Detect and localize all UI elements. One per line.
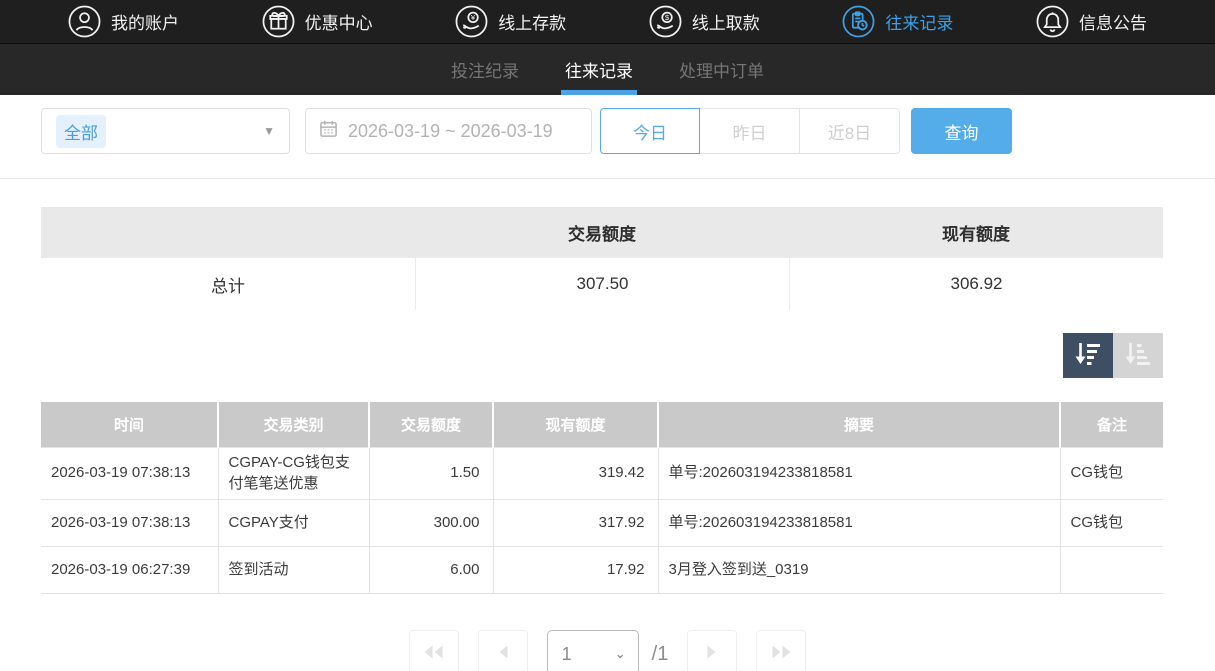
gift-icon [262, 5, 295, 38]
tab-transaction-records[interactable]: 往来记录 [561, 44, 637, 95]
sort-descending-button[interactable] [1063, 333, 1113, 378]
search-button[interactable]: 查询 [911, 108, 1012, 154]
calendar-icon [319, 119, 338, 143]
double-right-arrow-icon [769, 644, 793, 665]
next-page-button[interactable] [687, 630, 737, 671]
summary-header-transaction-amount: 交易额度 [415, 220, 789, 245]
records-header-row: 时间 交易类别 交易额度 现有额度 摘要 备注 [41, 402, 1163, 447]
nav-item-label: 往来记录 [885, 9, 953, 34]
cell-type: CGPAY-CG钱包支付笔笔送优惠 [218, 447, 369, 500]
user-icon [68, 5, 101, 38]
cell-summary: 单号:202603194233818581 [658, 500, 1060, 547]
nav-item-label: 优惠中心 [305, 9, 373, 34]
filter-row: 全部 ▼ 2026-03-19 ~ 2026-03-19 今日 昨日 近8日 查… [41, 108, 1215, 154]
table-row: 2026-03-19 07:38:13 CGPAY-CG钱包支付笔笔送优惠 1.… [41, 447, 1163, 500]
last-page-button[interactable] [756, 630, 806, 671]
tab-label: 往来记录 [565, 57, 633, 82]
nav-item-withdraw[interactable]: $ 线上取款 [649, 5, 760, 38]
cell-balance: 17.92 [493, 547, 658, 594]
cell-time: 2026-03-19 07:38:13 [41, 447, 218, 500]
tab-bet-records[interactable]: 投注纪录 [447, 44, 523, 95]
column-header-summary: 摘要 [658, 402, 1060, 447]
cell-type: 签到活动 [218, 547, 369, 594]
records-table: 时间 交易类别 交易额度 现有额度 摘要 备注 2026-03-19 07:38… [41, 402, 1163, 594]
summary-header-row: 交易额度 现有额度 [41, 207, 1163, 258]
svg-text:$: $ [665, 13, 670, 22]
page-select[interactable]: 1 ⌄ [547, 630, 639, 671]
sort-descending-icon [1073, 340, 1103, 372]
quick-button-label: 近8日 [828, 119, 871, 144]
cell-note: CG钱包 [1060, 447, 1163, 500]
nav-item-transaction-records[interactable]: 往来记录 [842, 5, 953, 38]
nav-item-my-account[interactable]: 我的账户 [68, 5, 179, 38]
cell-balance: 319.42 [493, 447, 658, 500]
cell-summary: 3月登入签到送_0319 [658, 547, 1060, 594]
first-page-button[interactable] [409, 630, 459, 671]
summary-total-row: 总计 307.50 306.92 [41, 258, 1163, 310]
yesterday-button[interactable]: 昨日 [700, 108, 800, 154]
withdraw-icon: $ [649, 5, 682, 38]
cell-type: CGPAY支付 [218, 500, 369, 547]
type-dropdown-value: 全部 [56, 115, 106, 148]
summary-current-balance: 306.92 [789, 258, 1163, 310]
table-row: 2026-03-19 07:38:13 CGPAY支付 300.00 317.9… [41, 500, 1163, 547]
previous-page-button[interactable] [478, 630, 528, 671]
table-row: 2026-03-19 06:27:39 签到活动 6.00 17.92 3月登入… [41, 547, 1163, 594]
sort-ascending-button[interactable] [1113, 333, 1163, 378]
cell-summary: 单号:202603194233818581 [658, 447, 1060, 500]
tab-label: 处理中订单 [679, 57, 764, 82]
double-left-arrow-icon [422, 644, 446, 665]
bell-icon [1036, 5, 1069, 38]
section-divider [0, 178, 1215, 179]
left-arrow-icon [496, 644, 510, 665]
cell-note [1060, 547, 1163, 594]
right-arrow-icon [705, 644, 719, 665]
cell-time: 2026-03-19 07:38:13 [41, 500, 218, 547]
cell-amount: 1.50 [369, 447, 493, 500]
quick-button-label: 今日 [633, 119, 667, 144]
nav-item-promotions[interactable]: 优惠中心 [262, 5, 373, 38]
summary-table: 交易额度 现有额度 总计 307.50 306.92 [41, 207, 1163, 310]
summary-total-label: 总计 [41, 258, 415, 310]
nav-item-deposit[interactable]: ¥ 线上存款 [455, 5, 566, 38]
chevron-down-icon: ▼ [263, 124, 275, 138]
column-header-amount: 交易额度 [369, 402, 493, 447]
pagination: 1 ⌄ /1 [0, 630, 1215, 671]
quick-button-label: 昨日 [733, 119, 767, 144]
sort-controls [41, 333, 1163, 378]
column-header-balance: 现有额度 [493, 402, 658, 447]
chevron-down-icon: ⌄ [615, 646, 626, 662]
date-range-picker[interactable]: 2026-03-19 ~ 2026-03-19 [305, 108, 592, 154]
cell-amount: 6.00 [369, 547, 493, 594]
tab-processing-orders[interactable]: 处理中订单 [675, 44, 768, 95]
sort-ascending-icon [1123, 340, 1153, 372]
nav-item-announcements[interactable]: 信息公告 [1036, 5, 1147, 38]
summary-transaction-amount: 307.50 [415, 258, 789, 310]
record-tabs: 投注纪录 往来记录 处理中订单 [0, 44, 1215, 95]
svg-text:¥: ¥ [471, 13, 476, 22]
cell-time: 2026-03-19 06:27:39 [41, 547, 218, 594]
nav-item-label: 线上取款 [692, 9, 760, 34]
page-select-value: 1 [562, 644, 572, 665]
today-button[interactable]: 今日 [600, 108, 700, 154]
summary-header-current-balance: 现有额度 [789, 220, 1163, 245]
column-header-note: 备注 [1060, 402, 1163, 447]
tab-label: 投注纪录 [451, 57, 519, 82]
date-range-value: 2026-03-19 ~ 2026-03-19 [348, 121, 553, 142]
nav-item-label: 线上存款 [498, 9, 566, 34]
top-navigation: 我的账户 优惠中心 ¥ 线上存款 $ 线上取款 往来记录 信息公告 [0, 0, 1215, 44]
cell-note: CG钱包 [1060, 500, 1163, 547]
cell-amount: 300.00 [369, 500, 493, 547]
column-header-type: 交易类别 [218, 402, 369, 447]
records-icon [842, 5, 875, 38]
type-dropdown[interactable]: 全部 ▼ [41, 108, 290, 154]
nav-item-label: 信息公告 [1079, 9, 1147, 34]
total-pages-label: /1 [652, 643, 669, 666]
last-8-days-button[interactable]: 近8日 [800, 108, 900, 154]
deposit-icon: ¥ [455, 5, 488, 38]
column-header-time: 时间 [41, 402, 218, 447]
cell-balance: 317.92 [493, 500, 658, 547]
quick-date-buttons: 今日 昨日 近8日 [600, 108, 900, 154]
nav-item-label: 我的账户 [111, 9, 179, 34]
